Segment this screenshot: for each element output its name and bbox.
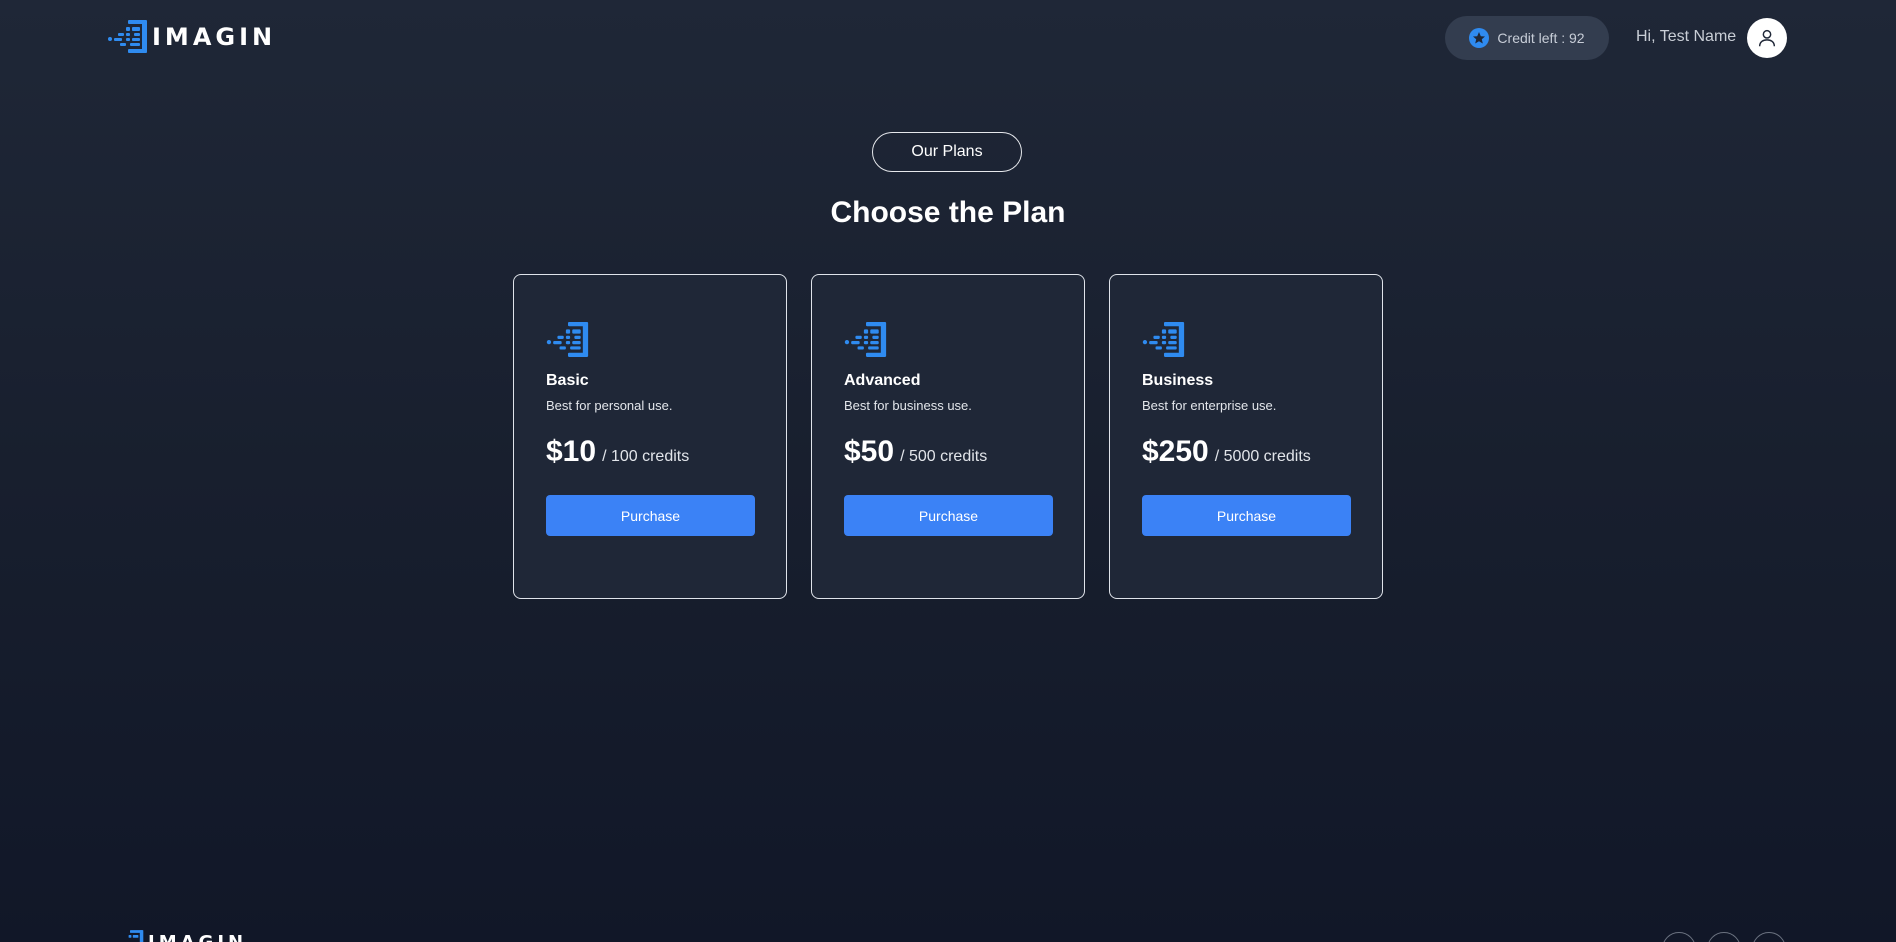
purchase-button-advanced[interactable]: Purchase [844, 495, 1053, 536]
plan-name: Business [1142, 372, 1214, 389]
brand-logo[interactable]: IMAGIN [108, 20, 276, 54]
brand-name: IMAGIN [152, 23, 277, 51]
plan-price: $50 / 500 credits [844, 435, 1052, 469]
credit-badge[interactable]: Credit left : 92 [1445, 16, 1609, 60]
social-link-3[interactable] [1752, 932, 1786, 942]
plan-price: $10 / 100 credits [546, 435, 754, 469]
plan-price: $250 / 5000 credits [1142, 435, 1350, 469]
pricing-page: IMAGIN Credit left : 92 Hi, Test Name Ou… [0, 0, 1896, 942]
page-title: Choose the Plan [830, 196, 1066, 229]
plan-description: Best for business use. [844, 398, 972, 413]
imagin-logo-icon [128, 930, 144, 942]
star-badge-icon [1469, 28, 1490, 48]
plan-logo-icon [844, 322, 887, 357]
plan-description: Best for personal use. [546, 398, 673, 413]
plan-card-business: Business Best for enterprise use. $250 /… [1109, 274, 1383, 599]
price-unit: / 5000 credits [1214, 448, 1311, 465]
footer-logo[interactable]: IMAGIN [116, 930, 247, 942]
price-amount: $50 [844, 435, 895, 468]
plan-card-advanced: Advanced Best for business use. $50 / 50… [811, 274, 1085, 599]
plan-cards: Basic Best for personal use. $10 / 100 c… [513, 274, 1383, 599]
footer-brand-name: IMAGIN [148, 931, 248, 942]
plan-description: Best for enterprise use. [1142, 398, 1277, 413]
user-icon [1758, 29, 1776, 47]
purchase-button-business[interactable]: Purchase [1142, 495, 1351, 536]
plan-name: Basic [546, 372, 589, 389]
price-amount: $10 [546, 435, 597, 468]
social-link-2[interactable] [1707, 932, 1741, 942]
imagin-logo-icon [108, 20, 147, 53]
user-avatar[interactable] [1747, 18, 1787, 58]
price-unit: / 500 credits [900, 448, 988, 465]
price-unit: / 100 credits [602, 448, 690, 465]
plan-card-basic: Basic Best for personal use. $10 / 100 c… [513, 274, 787, 599]
our-plans-badge: Our Plans [872, 132, 1022, 172]
credit-label: Credit left : 92 [1497, 30, 1585, 46]
plan-logo-icon [546, 322, 589, 357]
purchase-button-basic[interactable]: Purchase [546, 495, 755, 536]
social-link-1[interactable] [1662, 932, 1696, 942]
plan-logo-icon [1142, 322, 1185, 357]
price-amount: $250 [1142, 435, 1209, 468]
plan-name: Advanced [844, 372, 921, 389]
user-greeting: Hi, Test Name [1636, 28, 1737, 45]
